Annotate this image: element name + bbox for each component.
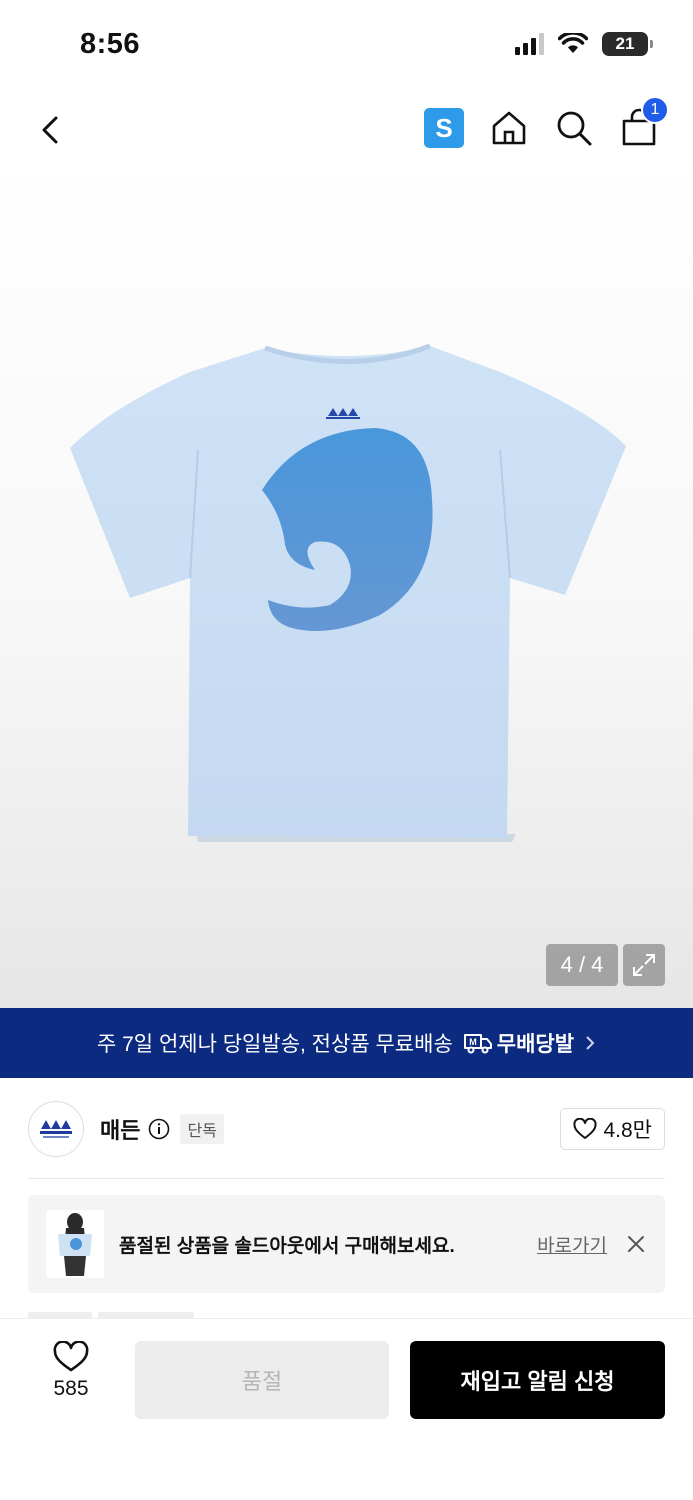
bottom-action-bar: 585 품절 재입고 알림 신청 (0, 1318, 693, 1500)
home-icon[interactable] (489, 108, 529, 148)
soldout-text: 품절된 상품을 솔드아웃에서 구매해보세요. (119, 1235, 455, 1257)
exclusive-tag: 단독 (180, 1114, 224, 1144)
soldout-thumbnail (46, 1210, 104, 1278)
brand-shortcut-button[interactable]: S (424, 108, 464, 148)
signal-icon (515, 33, 544, 55)
brand-avatar[interactable] (28, 1101, 84, 1157)
product-photo (70, 343, 626, 842)
brand-logo (40, 1120, 72, 1138)
status-bar: 8:56 21 (0, 0, 693, 90)
restock-alert-button[interactable]: 재입고 알림 신청 (410, 1341, 665, 1419)
brand-row: 매든 단독 4.8만 (28, 1100, 665, 1158)
product-image-gallery[interactable]: 4 / 4 (0, 160, 693, 1008)
promo-logo-label: 무배당발 (496, 1033, 575, 1056)
info-icon[interactable] (148, 1118, 170, 1140)
battery-level: 21 (615, 34, 635, 53)
back-icon[interactable] (34, 110, 68, 150)
wishlist-count: 585 (53, 1377, 89, 1400)
battery-icon: 21 (602, 32, 653, 56)
delivery-promo-banner[interactable]: 주 7일 언제나 당일발송, 전상품 무료배송 M 무배당발 (0, 1008, 693, 1078)
soldout-notice[interactable]: 품절된 상품을 솔드아웃에서 구매해보세요. 바로가기 (28, 1195, 665, 1293)
promo-logo: M 무배당발 (463, 1028, 574, 1058)
expand-icon (633, 954, 655, 976)
soldout-button[interactable]: 품절 (135, 1341, 389, 1419)
heart-icon (573, 1118, 598, 1139)
promo-text: 주 7일 언제나 당일발송, 전상품 무료배송 (96, 1033, 453, 1056)
wifi-icon (558, 33, 588, 53)
brand-name[interactable]: 매든 (100, 1113, 140, 1145)
wishlist-button[interactable]: 585 (40, 1341, 102, 1401)
nav-actions: S 1 (424, 96, 669, 148)
delivery-truck-icon: M (463, 1034, 492, 1054)
image-counter: 4 / 4 (546, 944, 618, 986)
cart-button[interactable]: 1 (619, 96, 669, 148)
top-nav: S 1 (0, 96, 693, 160)
expand-image-button[interactable] (623, 944, 665, 986)
chevron-right-icon (586, 1036, 595, 1050)
search-icon[interactable] (554, 108, 594, 148)
heart-icon (53, 1341, 89, 1372)
status-time: 8:56 (80, 28, 141, 60)
cart-count-badge: 1 (641, 96, 669, 124)
close-icon[interactable] (625, 1233, 647, 1255)
promo-logo-badge: M (469, 1037, 477, 1047)
divider (28, 1178, 665, 1179)
go-soldout-link[interactable]: 바로가기 (537, 1231, 607, 1258)
brand-like-count: 4.8만 (603, 1119, 652, 1142)
brand-like-button[interactable]: 4.8만 (560, 1108, 665, 1150)
status-icons: 21 (515, 32, 653, 56)
